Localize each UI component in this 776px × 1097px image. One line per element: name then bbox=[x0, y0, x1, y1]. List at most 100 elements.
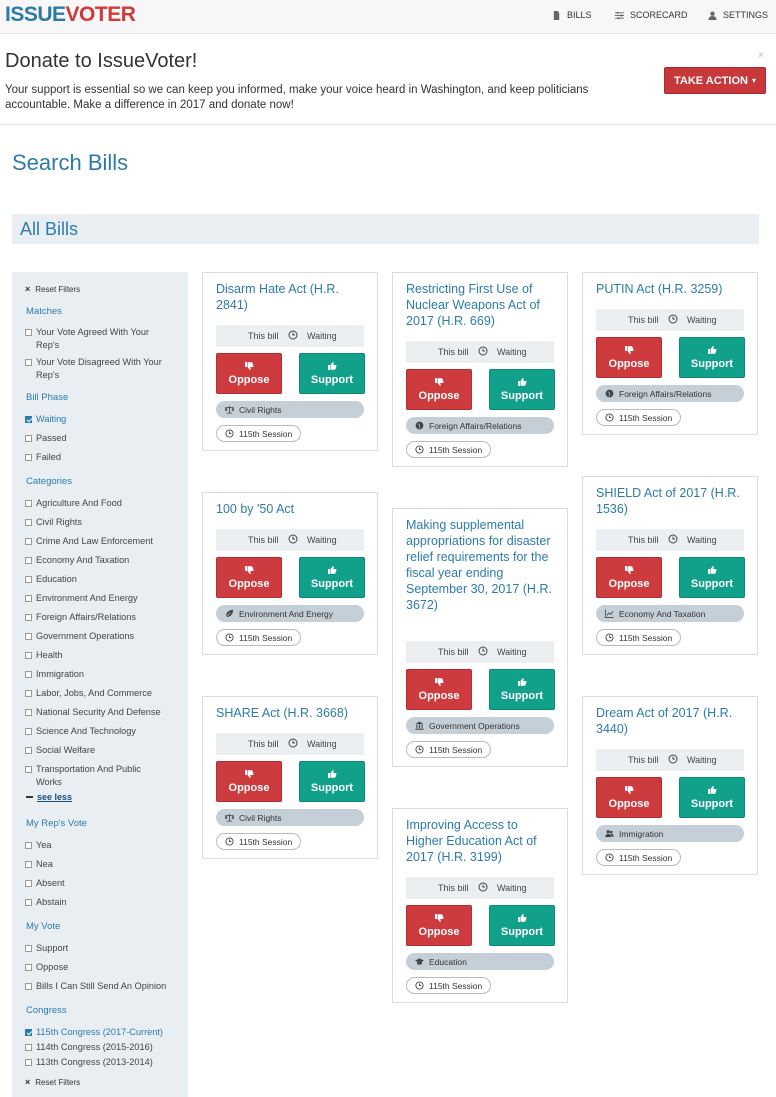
category-tag[interactable]: Foreign Affairs/Relations bbox=[406, 417, 554, 434]
filter-categories-option[interactable]: Science And Technology bbox=[25, 725, 165, 738]
session-tag[interactable]: 115th Session bbox=[406, 441, 492, 458]
filter-congresses-option[interactable]: 113th Congress (2013-2014) bbox=[25, 1056, 185, 1069]
category-tag[interactable]: Environment And Energy bbox=[216, 605, 364, 622]
support-button[interactable]: Support bbox=[489, 669, 555, 710]
category-tag[interactable]: Civil Rights bbox=[216, 809, 364, 826]
oppose-button[interactable]: Oppose bbox=[406, 669, 472, 710]
session-tag[interactable]: 115th Session bbox=[216, 833, 302, 850]
category-tag[interactable]: Education bbox=[406, 953, 554, 970]
support-button[interactable]: Support bbox=[489, 369, 555, 410]
support-button[interactable]: Support bbox=[299, 761, 365, 802]
checkbox-icon[interactable] bbox=[25, 576, 32, 583]
session-tag[interactable]: 115th Session bbox=[596, 629, 682, 646]
session-tag[interactable]: 115th Session bbox=[406, 741, 492, 758]
filter-phases-option[interactable]: Failed bbox=[25, 451, 165, 464]
checkbox-icon[interactable] bbox=[25, 454, 32, 461]
category-tag[interactable]: Civil Rights bbox=[216, 401, 364, 418]
checkbox-icon[interactable] bbox=[25, 728, 32, 735]
support-button[interactable]: Support bbox=[489, 905, 555, 946]
checkbox-icon[interactable] bbox=[25, 614, 32, 621]
filter-congresses-option[interactable]: 115th Congress (2017-Current) bbox=[25, 1026, 185, 1039]
checkbox-checked-icon[interactable] bbox=[25, 1029, 32, 1036]
category-tag[interactable]: Economy And Taxation bbox=[596, 605, 744, 622]
checkbox-icon[interactable] bbox=[25, 519, 32, 526]
checkbox-icon[interactable] bbox=[25, 633, 32, 640]
checkbox-icon[interactable] bbox=[25, 861, 32, 868]
filter-rep-votes-option[interactable]: Abstain bbox=[25, 896, 165, 909]
see-less-link[interactable]: see less bbox=[26, 792, 72, 802]
oppose-button[interactable]: Oppose bbox=[596, 557, 662, 598]
filter-my-votes-option[interactable]: Bills I Can Still Send An Opinion bbox=[25, 980, 175, 993]
take-action-button[interactable]: TAKE ACTION ▾ bbox=[664, 67, 766, 94]
support-button[interactable]: Support bbox=[299, 353, 365, 394]
filter-categories-option[interactable]: Civil Rights bbox=[25, 516, 165, 529]
filter-categories-option[interactable]: Foreign Affairs/Relations bbox=[25, 611, 165, 624]
filter-categories-option[interactable]: Education bbox=[25, 573, 165, 586]
checkbox-icon[interactable] bbox=[25, 983, 32, 990]
filter-phases-option[interactable]: Passed bbox=[25, 432, 165, 445]
filter-categories-option[interactable]: Immigration bbox=[25, 668, 165, 681]
oppose-button[interactable]: Oppose bbox=[596, 777, 662, 818]
category-tag[interactable]: Foreign Affairs/Relations bbox=[596, 385, 744, 402]
filter-categories-option[interactable]: Health bbox=[25, 649, 165, 662]
category-tag[interactable]: Government Operations bbox=[406, 717, 554, 734]
filter-rep-votes-option[interactable]: Nea bbox=[25, 858, 165, 871]
support-button[interactable]: Support bbox=[299, 557, 365, 598]
filter-categories-option[interactable]: National Security And Defense bbox=[25, 706, 165, 719]
oppose-button[interactable]: Oppose bbox=[216, 353, 282, 394]
filter-categories-option[interactable]: Government Operations bbox=[25, 630, 165, 643]
support-button[interactable]: Support bbox=[679, 557, 745, 598]
filter-categories-option[interactable]: Labor, Jobs, And Commerce bbox=[25, 687, 165, 700]
bill-title[interactable]: 100 by '50 Act bbox=[216, 501, 368, 517]
logo[interactable]: ISSUEVOTER bbox=[5, 3, 136, 27]
filter-phases-option[interactable]: Waiting bbox=[25, 413, 165, 426]
filter-categories-option[interactable]: Economy And Taxation bbox=[25, 554, 165, 567]
checkbox-icon[interactable] bbox=[25, 747, 32, 754]
category-tag[interactable]: Immigration bbox=[596, 825, 744, 842]
nav-settings[interactable]: SETTINGS bbox=[708, 10, 768, 20]
support-button[interactable]: Support bbox=[679, 337, 745, 378]
checkbox-icon[interactable] bbox=[25, 1059, 32, 1066]
filter-rep-votes-option[interactable]: Yea bbox=[25, 839, 165, 852]
filter-categories-option[interactable]: Crime And Law Enforcement bbox=[25, 535, 165, 548]
filter-categories-option[interactable]: Transportation And Public Works bbox=[25, 763, 165, 789]
bill-title[interactable]: Making supplemental appropriations for d… bbox=[406, 517, 558, 613]
checkbox-icon[interactable] bbox=[25, 899, 32, 906]
reset-filters-bottom[interactable]: × Reset Filters bbox=[25, 1077, 80, 1087]
nav-bills[interactable]: BILLS bbox=[552, 10, 592, 20]
checkbox-icon[interactable] bbox=[25, 595, 32, 602]
bill-title[interactable]: Restricting First Use of Nuclear Weapons… bbox=[406, 281, 558, 329]
checkbox-icon[interactable] bbox=[25, 652, 32, 659]
checkbox-icon[interactable] bbox=[25, 435, 32, 442]
checkbox-icon[interactable] bbox=[25, 690, 32, 697]
filter-matches-option[interactable]: Your Vote Agreed With Your Rep's bbox=[25, 326, 165, 352]
session-tag[interactable]: 115th Session bbox=[596, 409, 682, 426]
checkbox-icon[interactable] bbox=[25, 359, 32, 366]
checkbox-icon[interactable] bbox=[25, 766, 32, 773]
support-button[interactable]: Support bbox=[679, 777, 745, 818]
nav-scorecard[interactable]: SCORECARD bbox=[615, 10, 688, 20]
filter-categories-option[interactable]: Environment And Energy bbox=[25, 592, 165, 605]
checkbox-checked-icon[interactable] bbox=[25, 416, 32, 423]
bill-title[interactable]: Disarm Hate Act (H.R. 2841) bbox=[216, 281, 368, 313]
checkbox-icon[interactable] bbox=[25, 329, 32, 336]
filter-categories-option[interactable]: Social Welfare bbox=[25, 744, 165, 757]
session-tag[interactable]: 115th Session bbox=[216, 629, 302, 646]
checkbox-icon[interactable] bbox=[25, 880, 32, 887]
filter-congresses-option[interactable]: 114th Congress (2015-2016) bbox=[25, 1041, 185, 1054]
oppose-button[interactable]: Oppose bbox=[216, 761, 282, 802]
oppose-button[interactable]: Oppose bbox=[406, 905, 472, 946]
checkbox-icon[interactable] bbox=[25, 538, 32, 545]
bill-title[interactable]: Improving Access to Higher Education Act… bbox=[406, 817, 558, 865]
filter-my-votes-option[interactable]: Support bbox=[25, 942, 175, 955]
checkbox-icon[interactable] bbox=[25, 500, 32, 507]
oppose-button[interactable]: Oppose bbox=[406, 369, 472, 410]
oppose-button[interactable]: Oppose bbox=[216, 557, 282, 598]
checkbox-icon[interactable] bbox=[25, 557, 32, 564]
checkbox-icon[interactable] bbox=[25, 671, 32, 678]
bill-title[interactable]: PUTIN Act (H.R. 3259) bbox=[596, 281, 748, 297]
session-tag[interactable]: 115th Session bbox=[596, 849, 682, 866]
filter-categories-option[interactable]: Agriculture And Food bbox=[25, 497, 165, 510]
checkbox-icon[interactable] bbox=[25, 709, 32, 716]
filter-matches-option[interactable]: Your Vote Disagreed With Your Rep's bbox=[25, 356, 165, 382]
